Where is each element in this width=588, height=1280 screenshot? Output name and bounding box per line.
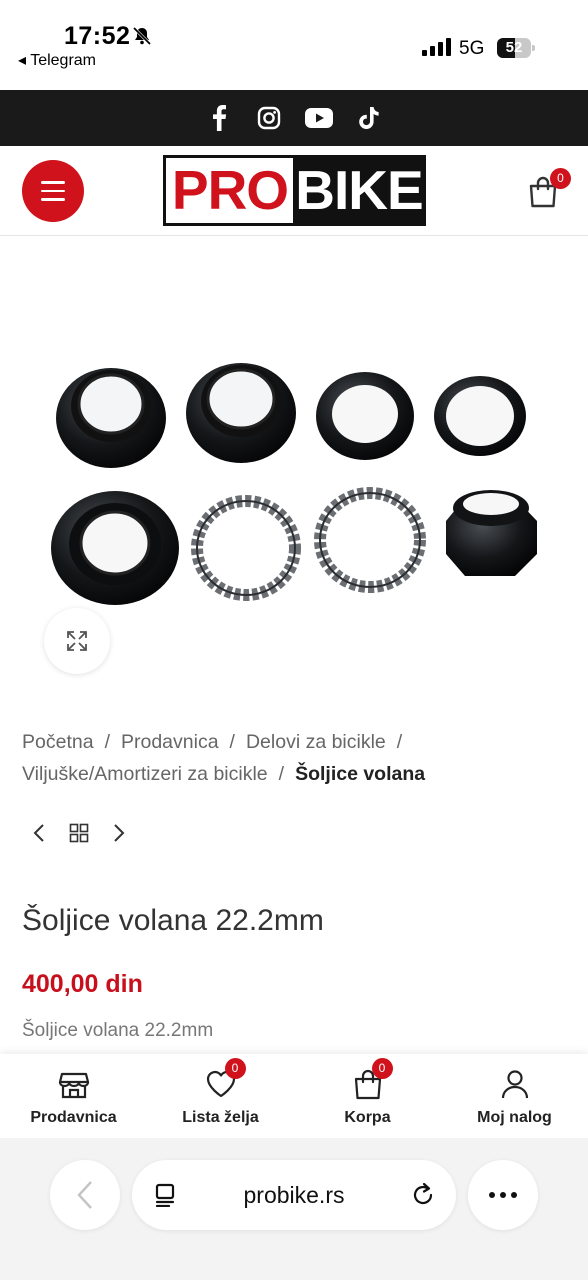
grid-icon <box>69 823 89 843</box>
bottom-nav-account-label: Moj nalog <box>477 1109 552 1126</box>
address-bar[interactable]: probike.rs <box>132 1160 456 1230</box>
browser-back-button[interactable] <box>50 1160 120 1230</box>
social-bar <box>0 90 588 146</box>
site-logo[interactable]: PRO BIKE <box>163 155 426 226</box>
breadcrumb-separator: / <box>104 731 110 753</box>
browser-more-button[interactable] <box>468 1160 538 1230</box>
more-dots-icon <box>500 1192 506 1198</box>
more-dots-icon <box>489 1192 495 1198</box>
bottom-nav-wishlist[interactable]: 0 Lista želja <box>147 1054 294 1138</box>
user-icon <box>501 1070 528 1099</box>
header-cart-button[interactable]: 0 <box>528 168 571 210</box>
signal-icon <box>422 38 452 61</box>
cart-count: 0 <box>371 1058 393 1079</box>
breadcrumb-current: Šoljice volana <box>295 763 426 785</box>
breadcrumb: Početna / Prodavnica / Delovi za bicikle / Vil… <box>22 726 572 790</box>
bottom-navigation: Prodavnica 0 Lista želja 0 Korpa Moj nal… <box>0 1054 588 1138</box>
hamburger-icon <box>41 198 65 201</box>
back-to-products-button[interactable] <box>68 822 90 844</box>
bottom-nav-cart[interactable]: 0 Korpa <box>294 1054 441 1138</box>
youtube-icon[interactable] <box>304 103 334 133</box>
breadcrumb-shop[interactable]: Prodavnica <box>121 731 219 753</box>
url-text: probike.rs <box>243 1182 345 1208</box>
silent-bell-icon <box>132 26 152 51</box>
more-dots-icon <box>511 1192 517 1198</box>
product-short-description: Šoljice volana 22.2mm <box>22 1020 214 1041</box>
battery-icon: 52 <box>497 38 535 58</box>
reload-icon[interactable] <box>410 1182 436 1208</box>
bottom-nav-cart-label: Korpa <box>344 1109 391 1126</box>
status-bar: 17:52 ◂ Telegram 5G 52 <box>0 0 588 90</box>
network-type: 5G <box>459 38 485 59</box>
instagram-icon[interactable] <box>254 103 284 133</box>
store-icon <box>58 1072 89 1099</box>
expand-icon <box>67 631 87 651</box>
chevron-left-icon <box>33 824 44 842</box>
bottom-nav-shop-label: Prodavnica <box>30 1109 117 1126</box>
browser-toolbar: probike.rs <box>0 1138 588 1280</box>
previous-product-button[interactable] <box>28 822 50 844</box>
chevron-right-icon <box>114 824 125 842</box>
logo-bike-text: BIKE <box>295 159 423 221</box>
bottom-nav-account[interactable]: Moj nalog <box>441 1054 588 1138</box>
breadcrumb-forks[interactable]: Viljuške/Amortizeri za bicikle <box>22 763 268 785</box>
back-to-app-link[interactable]: ◂ Telegram <box>18 50 96 70</box>
battery-level: 52 <box>505 39 523 56</box>
bottom-nav-wishlist-label: Lista želja <box>182 1109 259 1126</box>
header-cart-count: 0 <box>550 168 571 189</box>
next-product-button[interactable] <box>108 822 130 844</box>
menu-button[interactable] <box>22 160 84 222</box>
product-price: 400,00 din <box>22 970 143 998</box>
bottom-nav-shop[interactable]: Prodavnica <box>0 1054 147 1138</box>
logo-pro-text: PRO <box>171 159 289 221</box>
site-header: PRO BIKE 0 <box>0 146 588 236</box>
tiktok-icon[interactable] <box>354 103 384 133</box>
breadcrumb-separator: / <box>229 731 235 753</box>
breadcrumb-separator: / <box>396 731 403 753</box>
breadcrumb-home[interactable]: Početna <box>22 731 94 753</box>
hamburger-icon <box>41 181 65 184</box>
wishlist-count: 0 <box>224 1058 246 1079</box>
facebook-icon[interactable] <box>204 103 234 133</box>
status-time: 17:52 <box>64 22 131 50</box>
breadcrumb-separator: / <box>278 763 285 785</box>
image-zoom-button[interactable] <box>44 608 110 674</box>
breadcrumb-bike-parts[interactable]: Delovi za bicikle <box>246 731 386 753</box>
product-navigation <box>28 822 130 844</box>
hamburger-icon <box>41 189 65 193</box>
chevron-left-icon <box>77 1181 92 1209</box>
product-title: Šoljice volana 22.2mm <box>22 904 324 937</box>
